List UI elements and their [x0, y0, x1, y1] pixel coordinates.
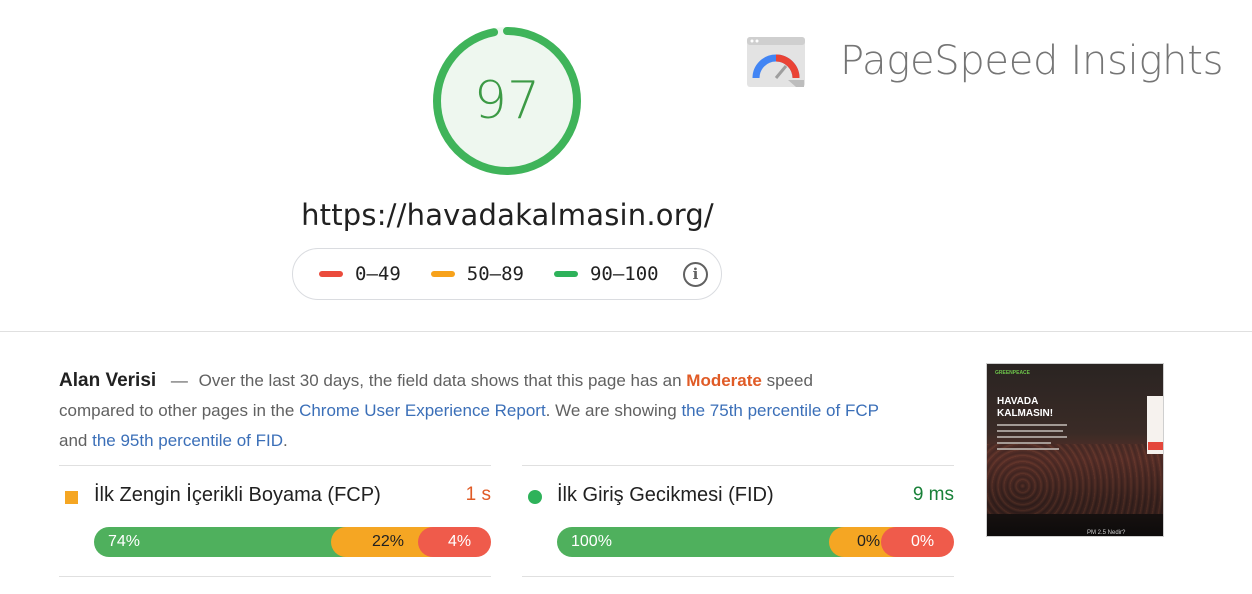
- field-data-text-1: Over the last 30 days, the field data sh…: [198, 371, 682, 390]
- title-dash: —: [170, 371, 188, 390]
- metric-fid: İlk Giriş Gecikmesi (FID) 9 ms 100% 0% 0…: [522, 465, 954, 577]
- thumbnail-paragraph: [997, 424, 1069, 472]
- legend-label-good: 90–100: [589, 263, 659, 285]
- legend-item-average: 50–89: [430, 263, 524, 285]
- metric-value: 9 ms: [912, 484, 954, 505]
- crux-report-link[interactable]: Chrome User Experience Report: [299, 401, 546, 420]
- section-divider: [0, 331, 1252, 332]
- score-legend: 0–49 50–89 90–100 i: [292, 248, 722, 300]
- fcp-percentile-link[interactable]: the 75th percentile of FCP: [681, 401, 878, 420]
- thumbnail-submit-button: [1148, 442, 1163, 450]
- field-data-title: Alan Verisi: [59, 370, 157, 391]
- legend-item-good: 90–100: [553, 263, 659, 285]
- legend-bar-good: [553, 271, 578, 277]
- metric-name: İlk Zengin İçerikli Boyama (FCP): [94, 484, 381, 506]
- distribution-slow: 0%: [881, 527, 954, 557]
- page-screenshot-thumbnail: GREENPEACE HAVADA KALMASIN! PM 2.5 Nedir…: [986, 363, 1164, 537]
- metric-value: 1 s: [465, 484, 491, 505]
- field-data-text-5: .: [283, 431, 288, 450]
- distribution-bar: 100% 0% 0%: [557, 527, 954, 557]
- legend-bar-average: [430, 271, 455, 277]
- field-data-text-3: . We are showing: [545, 401, 677, 420]
- metric-fcp: İlk Zengin İçerikli Boyama (FCP) 1 s 74%…: [59, 465, 491, 577]
- distribution-fast: 100%: [557, 527, 844, 557]
- speed-rating: Moderate: [686, 371, 762, 390]
- metric-header: İlk Zengin İçerikli Boyama (FCP) 1 s: [59, 484, 491, 510]
- thumbnail-form: [1147, 396, 1163, 454]
- performance-score-gauge: 97: [431, 25, 583, 177]
- green-circle-icon: [528, 490, 542, 504]
- distribution-fast: 74%: [94, 527, 346, 557]
- distribution-slow: 4%: [418, 527, 491, 557]
- field-data-description: Alan Verisi — Over the last 30 days, the…: [59, 366, 889, 456]
- thumbnail-bottom-text: PM 2.5 Nedir?: [1087, 530, 1126, 536]
- thumbnail-logo: GREENPEACE: [995, 370, 1031, 376]
- analyzed-url: https://havadakalmasin.org/: [301, 198, 714, 232]
- distribution-bar: 74% 22% 4%: [94, 527, 491, 557]
- metric-header: İlk Giriş Gecikmesi (FID) 9 ms: [522, 484, 954, 510]
- score-value: 97: [473, 71, 541, 131]
- orange-square-icon: [65, 491, 78, 504]
- info-icon[interactable]: i: [683, 262, 708, 287]
- pagespeed-gauge-icon: [746, 36, 806, 88]
- legend-item-poor: 0–49: [319, 263, 401, 285]
- brand-title: PageSpeed Insights: [840, 38, 1224, 84]
- legend-label-poor: 0–49: [355, 263, 401, 285]
- legend-bar-poor: [319, 271, 343, 277]
- legend-label-average: 50–89: [466, 263, 524, 285]
- metric-name: İlk Giriş Gecikmesi (FID): [557, 484, 774, 506]
- field-data-text-4: and: [59, 431, 88, 450]
- thumbnail-heading: HAVADA KALMASIN!: [997, 396, 1054, 419]
- fid-percentile-link[interactable]: the 95th percentile of FID: [92, 431, 283, 450]
